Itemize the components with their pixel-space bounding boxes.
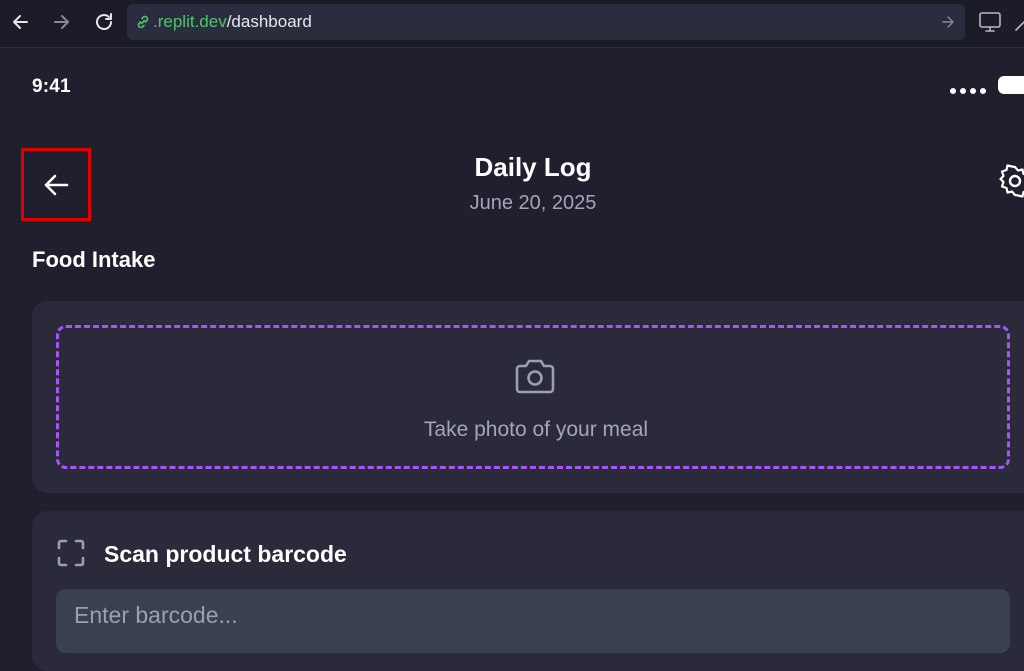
browser-toolbar: .replit.dev/dashboard — [0, 0, 1024, 48]
take-photo-button[interactable]: Take photo of your meal — [56, 325, 1010, 469]
page-title: Daily Log — [474, 152, 592, 182]
camera-icon — [515, 359, 555, 394]
barcode-input[interactable] — [56, 589, 1010, 653]
browser-reload-button[interactable] — [90, 10, 118, 34]
monitor-icon[interactable] — [978, 10, 1002, 34]
battery-icon — [998, 76, 1024, 94]
scan-title: Scan product barcode — [104, 541, 347, 567]
reload-icon — [96, 13, 112, 30]
status-time: 9:41 — [32, 76, 71, 97]
scan-frame-icon — [57, 539, 85, 567]
extension-icon[interactable] — [1012, 10, 1024, 34]
photo-label: Take photo of your meal — [423, 418, 649, 441]
browser-forward-button[interactable] — [48, 10, 76, 34]
url-host: .replit.dev — [153, 12, 227, 31]
barcode-card: Scan product barcode — [32, 511, 1024, 671]
page-date: June 20, 2025 — [469, 192, 597, 214]
forward-arrow-icon — [54, 15, 69, 29]
section-title-food-intake: Food Intake — [32, 247, 156, 272]
address-bar[interactable]: .replit.dev/dashboard — [127, 4, 965, 40]
gear-icon — [999, 164, 1024, 198]
go-arrow-icon[interactable] — [941, 15, 955, 29]
signal-dots-icon — [950, 81, 990, 99]
back-arrow-icon — [13, 15, 28, 29]
url-text: .replit.dev/dashboard — [153, 12, 312, 32]
settings-button[interactable] — [998, 162, 1024, 205]
browser-back-button[interactable] — [6, 10, 34, 34]
link-icon — [137, 15, 149, 29]
url-path: /dashboard — [226, 12, 312, 31]
photo-card: Take photo of your meal — [32, 301, 1024, 493]
